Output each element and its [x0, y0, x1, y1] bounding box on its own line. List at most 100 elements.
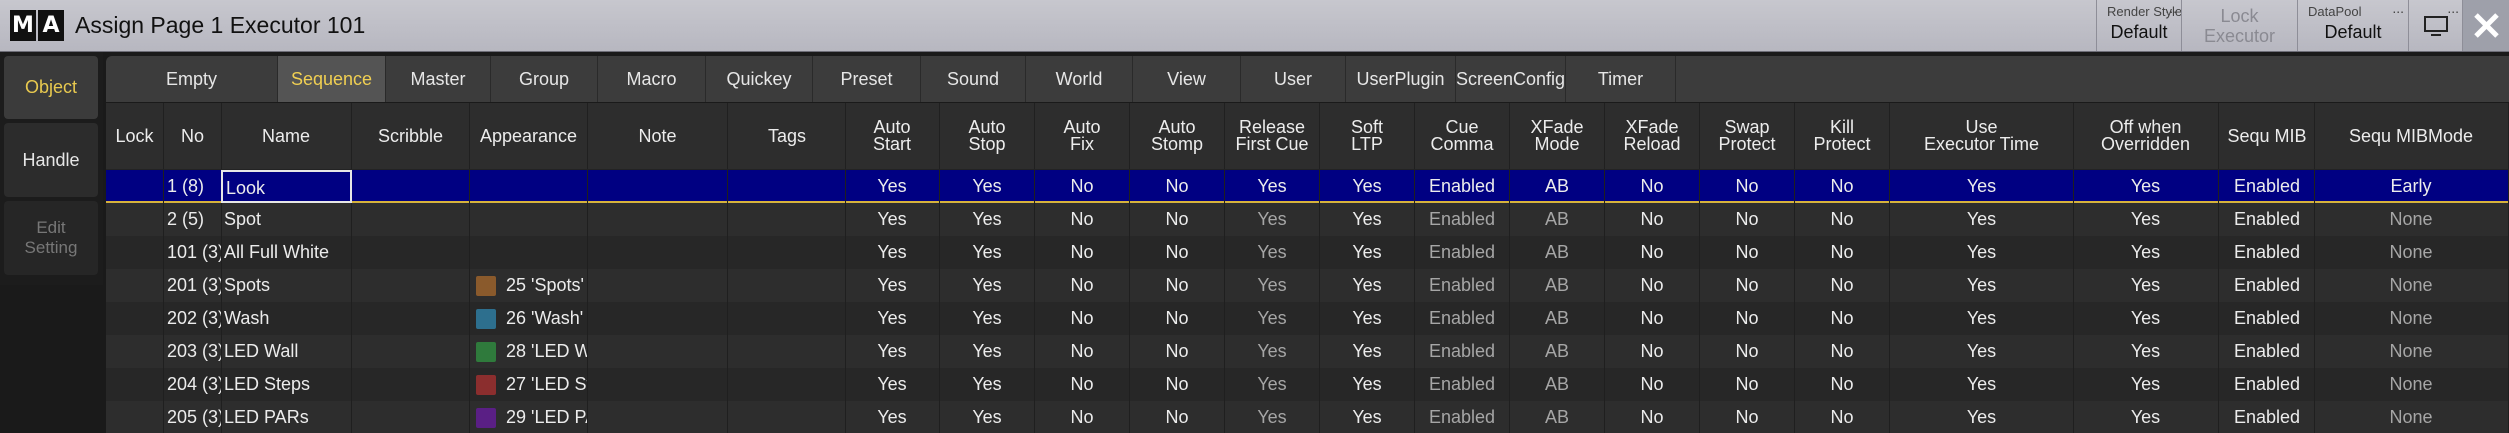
- value-cell[interactable]: No: [1605, 302, 1700, 335]
- no-cell[interactable]: 205 (3): [164, 401, 222, 433]
- table-row[interactable]: 205 (3)LED PARs29 'LED PAYesYesNoNoYesYe…: [106, 401, 2509, 433]
- table-row[interactable]: 204 (3)LED Steps27 'LED SteYesYesNoNoYes…: [106, 368, 2509, 401]
- value-cell[interactable]: Enabled: [2220, 203, 2315, 236]
- render-style-button[interactable]: Render Style ... Default: [2096, 0, 2182, 51]
- note-cell[interactable]: [588, 170, 728, 203]
- lock-cell[interactable]: [106, 170, 164, 203]
- tab-group[interactable]: Group: [491, 56, 598, 102]
- value-cell[interactable]: Yes: [845, 368, 940, 401]
- value-cell[interactable]: No: [1795, 269, 1890, 302]
- col-header-no[interactable]: No: [164, 103, 222, 169]
- value-cell[interactable]: AB: [1510, 401, 1605, 433]
- col-header-release-first-cue[interactable]: Release First Cue: [1225, 103, 1320, 169]
- value-cell[interactable]: AB: [1510, 302, 1605, 335]
- appearance-cell[interactable]: [470, 170, 588, 203]
- value-cell[interactable]: No: [1700, 368, 1795, 401]
- table-row[interactable]: 101 (3) All Full White Yes Yes No No Yes Yes Ena…: [106, 236, 2509, 269]
- value-cell[interactable]: No: [1035, 302, 1130, 335]
- value-cell[interactable]: Enabled: [2220, 401, 2315, 433]
- value-cell[interactable]: Yes: [2073, 203, 2219, 236]
- value-cell[interactable]: Yes: [1320, 335, 1415, 368]
- value-cell[interactable]: Yes: [1225, 368, 1320, 401]
- value-cell[interactable]: Yes: [1225, 269, 1320, 302]
- tab-view[interactable]: View: [1133, 56, 1241, 102]
- value-cell[interactable]: No: [1605, 368, 1700, 401]
- col-header-auto-start[interactable]: Auto Start: [845, 103, 940, 169]
- col-header-name[interactable]: Name: [221, 103, 352, 169]
- name-cell[interactable]: Wash: [221, 302, 352, 335]
- value-cell[interactable]: No: [1795, 302, 1890, 335]
- tags-cell[interactable]: [729, 335, 846, 368]
- scribble-cell[interactable]: [352, 368, 470, 401]
- value-cell[interactable]: Yes: [940, 335, 1035, 368]
- value-cell[interactable]: No: [1130, 236, 1225, 269]
- value-cell[interactable]: No: [1035, 401, 1130, 433]
- value-cell[interactable]: No: [1795, 203, 1890, 236]
- col-header-use-executor-time[interactable]: Use Executor Time: [1890, 103, 2074, 169]
- value-cell[interactable]: No: [1605, 236, 1700, 269]
- value-cell[interactable]: None: [2314, 335, 2509, 368]
- col-header-appearance[interactable]: Appearance: [470, 103, 588, 169]
- value-cell[interactable]: Enabled: [1415, 368, 1510, 401]
- value-cell[interactable]: AB: [1510, 203, 1605, 236]
- lock-cell[interactable]: [106, 302, 164, 335]
- value-cell[interactable]: Yes: [845, 401, 940, 433]
- name-cell[interactable]: LED PARs: [221, 401, 352, 433]
- value-cell[interactable]: Yes: [940, 302, 1035, 335]
- value-cell[interactable]: Yes: [940, 368, 1035, 401]
- value-cell[interactable]: Yes: [2073, 401, 2219, 433]
- table-row[interactable]: 2 (5) Spot Yes Yes No No Yes Yes Enabled AB No No No…: [106, 203, 2509, 236]
- name-cell[interactable]: LED Wall: [221, 335, 352, 368]
- tab-quickey[interactable]: Quickey: [706, 56, 813, 102]
- tab-sound[interactable]: Sound: [921, 56, 1026, 102]
- value-cell[interactable]: Yes: [940, 401, 1035, 433]
- col-header-auto-fix[interactable]: Auto Fix: [1035, 103, 1130, 169]
- value-cell[interactable]: None: [2314, 269, 2509, 302]
- value-cell[interactable]: Yes: [1890, 170, 2074, 203]
- value-cell[interactable]: No: [1130, 335, 1225, 368]
- value-cell[interactable]: None: [2314, 203, 2509, 236]
- tab-timer[interactable]: Timer: [1566, 56, 1676, 102]
- value-cell[interactable]: No: [1130, 269, 1225, 302]
- tags-cell[interactable]: [729, 302, 846, 335]
- value-cell[interactable]: Enabled: [2220, 236, 2315, 269]
- appearance-cell[interactable]: 29 'LED PA: [470, 401, 588, 433]
- value-cell[interactable]: Yes: [1320, 401, 1415, 433]
- table-row[interactable]: 1 (8) Look Yes Yes No No Yes Yes Enabled AB No No No…: [106, 170, 2509, 203]
- value-cell[interactable]: No: [1605, 401, 1700, 433]
- value-cell[interactable]: No: [1795, 335, 1890, 368]
- value-cell[interactable]: Yes: [1225, 335, 1320, 368]
- no-cell[interactable]: 202 (3): [164, 302, 222, 335]
- value-cell[interactable]: Yes: [1890, 368, 2074, 401]
- col-header-note[interactable]: Note: [588, 103, 728, 169]
- col-header-xfade-mode[interactable]: XFade Mode: [1510, 103, 1605, 169]
- tab-screenconfig[interactable]: ScreenConfig: [1456, 56, 1566, 102]
- name-cell[interactable]: Spot: [221, 203, 352, 236]
- value-cell[interactable]: Yes: [1320, 170, 1415, 203]
- value-cell[interactable]: AB: [1510, 368, 1605, 401]
- value-cell[interactable]: No: [1795, 236, 1890, 269]
- value-cell[interactable]: Yes: [1225, 302, 1320, 335]
- no-cell[interactable]: 204 (3): [164, 368, 222, 401]
- note-cell[interactable]: [588, 401, 728, 433]
- value-cell[interactable]: No: [1605, 335, 1700, 368]
- scribble-cell[interactable]: [352, 302, 470, 335]
- note-cell[interactable]: [588, 302, 728, 335]
- value-cell[interactable]: No: [1605, 203, 1700, 236]
- value-cell[interactable]: Enabled: [2220, 302, 2315, 335]
- value-cell[interactable]: No: [1795, 368, 1890, 401]
- col-header-sequ-mib[interactable]: Sequ MIB: [2220, 103, 2315, 169]
- handle-button[interactable]: Handle: [4, 123, 98, 197]
- value-cell[interactable]: None: [2314, 236, 2509, 269]
- value-cell[interactable]: Yes: [1320, 368, 1415, 401]
- value-cell[interactable]: Yes: [2073, 236, 2219, 269]
- value-cell[interactable]: No: [1130, 203, 1225, 236]
- value-cell[interactable]: No: [1795, 170, 1890, 203]
- lock-cell[interactable]: [106, 236, 164, 269]
- value-cell[interactable]: No: [1035, 368, 1130, 401]
- tab-macro[interactable]: Macro: [598, 56, 706, 102]
- value-cell[interactable]: Enabled: [1415, 203, 1510, 236]
- lock-cell[interactable]: [106, 269, 164, 302]
- value-cell[interactable]: No: [1700, 236, 1795, 269]
- value-cell[interactable]: Enabled: [1415, 302, 1510, 335]
